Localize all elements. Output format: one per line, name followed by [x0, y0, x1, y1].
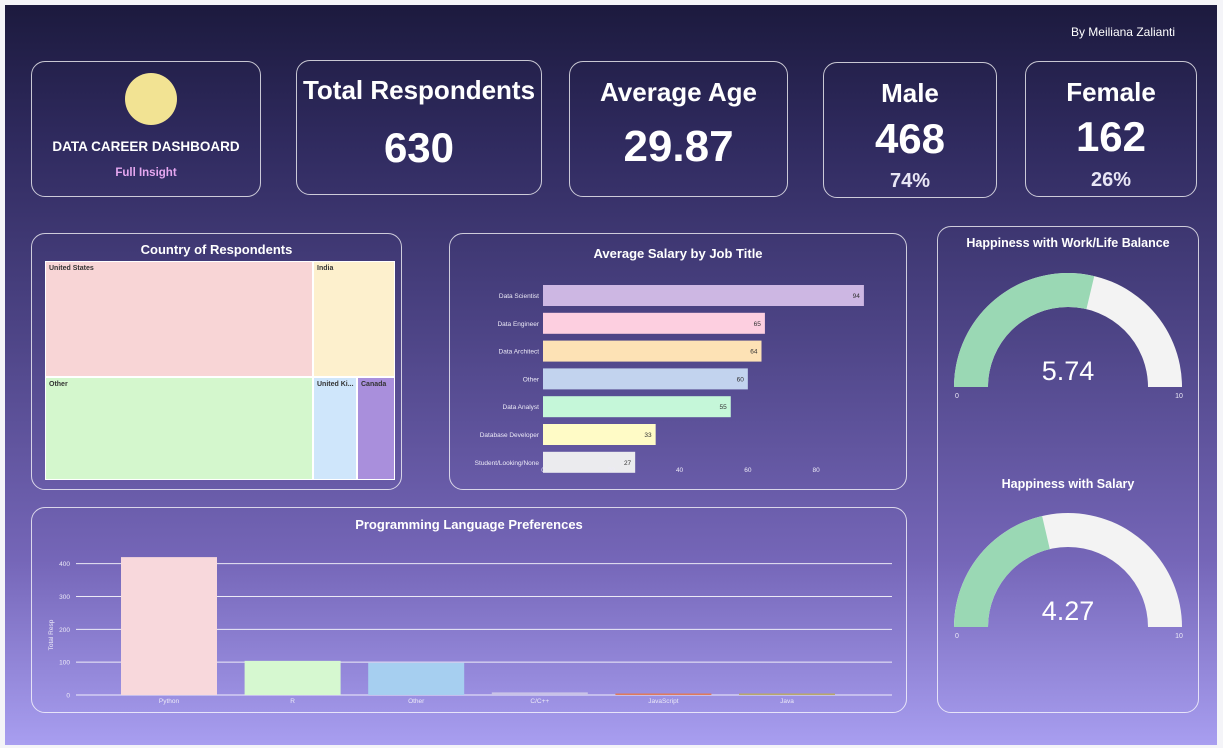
- languages-chart-card: Programming Language Preferences 0 100 200…: [31, 507, 907, 713]
- salary-chart-card: Average Salary by Job Title Data Scienti…: [449, 233, 907, 490]
- kpi-male-value: 468: [874, 115, 946, 162]
- languages-x-tick: C/C++: [530, 698, 549, 705]
- author-credit: By Meiliana Zalianti: [1070, 25, 1175, 39]
- gauge-max-label: 10: [1175, 393, 1183, 400]
- dashboard-canvas: By Meiliana Zalianti DATA CAREER DASHBOA…: [5, 5, 1217, 745]
- gauge-title-worklife: Happiness with Work/Life Balance: [966, 236, 1170, 250]
- salary-bar[interactable]: [543, 285, 864, 306]
- happiness-gauges-card: Happiness with Work/Life Balance 5.74 0 10…: [937, 226, 1199, 713]
- salary-category-label: Student/Looking/None: [475, 460, 540, 467]
- gauge-value: 5.74: [1042, 356, 1095, 386]
- salary-value-label: 64: [750, 349, 758, 356]
- gauge-min-label: 0: [955, 633, 959, 640]
- kpi-female-value: 162: [1075, 113, 1147, 160]
- treemap-cell-india[interactable]: India: [313, 261, 395, 377]
- kpi-female: Female 162 26%: [1025, 61, 1197, 197]
- gauge-max-label: 10: [1175, 633, 1183, 640]
- salary-category-label: Other: [523, 376, 540, 383]
- languages-bar[interactable]: [244, 660, 341, 695]
- kpi-total-value: 630: [383, 124, 455, 171]
- kpi-total-respondents: Total Respondents 630: [296, 60, 542, 195]
- languages-y-tick: 300: [59, 594, 70, 601]
- salary-category-label: Data Scientist: [499, 293, 539, 300]
- treemap-label: United Ki...: [317, 381, 354, 388]
- languages-bar[interactable]: [739, 693, 835, 696]
- salary-bar-chart: Data Scientist 94 Data Engineer 65 Data Arch…: [475, 285, 864, 474]
- treemap-cell-canada[interactable]: Canada: [357, 377, 395, 480]
- gauge-title-salary: Happiness with Salary: [1001, 477, 1135, 491]
- languages-bar[interactable]: [491, 692, 588, 695]
- salary-category-label: Data Analyst: [503, 404, 540, 411]
- treemap-label: Other: [49, 381, 68, 388]
- languages-bar[interactable]: [121, 557, 217, 695]
- treemap-label: India: [317, 265, 334, 272]
- salary-bar[interactable]: [543, 396, 731, 418]
- brand-card: DATA CAREER DASHBOARD Full Insight: [31, 61, 261, 197]
- kpi-male: Male 468 74%: [823, 62, 997, 198]
- salary-x-tick: 40: [676, 467, 684, 474]
- gauge-worklife: 5.74 0 10: [954, 273, 1183, 400]
- kpi-age-title: Average Age: [599, 77, 758, 107]
- salary-bar[interactable]: [543, 368, 748, 390]
- salary-bar[interactable]: [543, 424, 656, 445]
- country-treemap-card: Country of Respondents United States Ind…: [31, 233, 402, 490]
- salary-value-label: 65: [754, 321, 762, 328]
- languages-y-tick: 0: [66, 693, 70, 700]
- salary-x-tick: 60: [744, 467, 752, 474]
- languages-chart-title: Programming Language Preferences: [355, 517, 583, 532]
- kpi-female-percent: 26%: [1090, 169, 1132, 191]
- gauge-min-label: 0: [955, 393, 959, 400]
- languages-x-tick: Python: [159, 698, 180, 705]
- languages-y-tick: 400: [59, 561, 70, 568]
- languages-bar[interactable]: [615, 693, 712, 696]
- kpi-female-title: Female: [1066, 77, 1156, 107]
- treemap-cell-united-kingdom[interactable]: United Ki...: [313, 377, 357, 480]
- kpi-total-title: Total Respondents: [302, 75, 536, 105]
- treemap-area: United States India Other United Ki... C…: [45, 261, 395, 480]
- brand-logo-circle: [125, 73, 177, 125]
- salary-category-label: Data Engineer: [497, 321, 539, 328]
- languages-y-tick: 200: [59, 627, 70, 634]
- salary-value-label: 33: [644, 432, 652, 439]
- salary-x-tick: 80: [813, 467, 821, 474]
- languages-y-tick: 100: [59, 660, 70, 667]
- languages-x-tick: Java: [780, 698, 794, 705]
- treemap-title: Country of Respondents: [140, 242, 293, 257]
- salary-bar[interactable]: [543, 451, 636, 473]
- salary-value-label: 27: [624, 460, 632, 467]
- salary-category-label: Database Developer: [480, 432, 540, 439]
- gauge-fill: [954, 515, 1050, 627]
- treemap-label: Canada: [361, 381, 387, 388]
- salary-value-label: 60: [737, 376, 745, 383]
- brand-title: DATA CAREER DASHBOARD: [52, 139, 240, 154]
- salary-bar[interactable]: [543, 340, 762, 362]
- kpi-male-title: Male: [881, 78, 939, 108]
- salary-x-tick: 20: [608, 467, 616, 474]
- brand-subtitle: Full Insight: [115, 167, 177, 179]
- languages-x-tick: R: [290, 698, 295, 705]
- salary-x-tick: 0: [541, 467, 545, 474]
- languages-x-tick: JavaScript: [648, 698, 679, 705]
- gauge-value: 4.27: [1042, 596, 1095, 626]
- treemap-cell-other[interactable]: Other: [45, 377, 313, 480]
- languages-x-tick: Other: [408, 698, 425, 705]
- salary-bar[interactable]: [543, 312, 765, 334]
- gauge-salary: 4.27 0 10: [954, 513, 1183, 640]
- languages-y-axis-label: Total Resp: [48, 619, 55, 650]
- treemap-cell-united-states[interactable]: United States: [45, 261, 313, 377]
- salary-value-label: 55: [720, 404, 728, 411]
- treemap-label: United States: [49, 265, 94, 272]
- salary-category-label: Data Architect: [499, 349, 540, 356]
- kpi-male-percent: 74%: [889, 170, 931, 192]
- languages-bar[interactable]: [368, 662, 465, 695]
- kpi-age-value: 29.87: [623, 122, 734, 171]
- salary-value-label: 94: [853, 293, 861, 300]
- kpi-average-age: Average Age 29.87: [569, 61, 788, 197]
- languages-bar-chart: 0 100 200 300 400 Total Resp Python R Other C/C++…: [48, 557, 892, 705]
